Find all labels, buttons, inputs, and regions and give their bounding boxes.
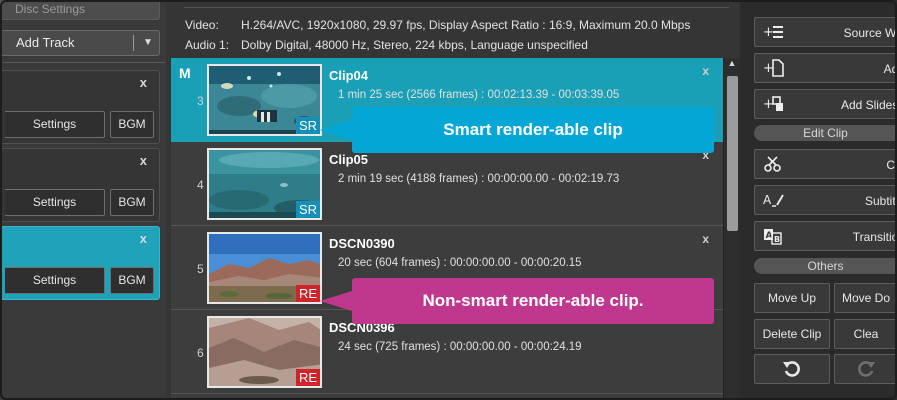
subtitle-label: Subtitle	[864, 194, 897, 208]
clip-thumbnail: SR	[207, 148, 322, 220]
clip-number: 5	[197, 262, 204, 276]
others-section-header: Others	[754, 258, 897, 274]
menu-marker: M	[179, 65, 191, 81]
clip-thumbnail: SR	[207, 64, 322, 136]
track-settings-button[interactable]: Settings	[5, 189, 105, 216]
dropdown-divider	[133, 35, 134, 51]
svg-text:A: A	[763, 193, 772, 207]
video-info-value: H.264/AVC, 1920x1080, 29.97 fps, Display…	[241, 18, 691, 32]
transition-button[interactable]: AB Transition	[754, 221, 897, 251]
scissors-icon	[763, 155, 785, 173]
cut-label: Cut	[886, 158, 897, 172]
close-icon[interactable]: x	[702, 64, 709, 78]
add-track-dropdown[interactable]: Add Track ▼	[0, 30, 160, 56]
undo-icon	[783, 361, 800, 377]
close-icon[interactable]: x	[140, 75, 147, 90]
redo-icon	[858, 361, 875, 377]
smart-render-callout: Smart render-able clip	[352, 107, 714, 153]
edit-clip-section-header: Edit Clip	[754, 125, 897, 141]
video-info-label: Video:	[185, 18, 219, 32]
track-bgm-button[interactable]: BGM	[110, 267, 154, 294]
track-settings-button[interactable]: Settings	[5, 111, 105, 138]
track-item-selected[interactable]: x Settings BGM	[0, 226, 160, 300]
track-item[interactable]: x Settings BGM	[0, 148, 160, 222]
clip-panel: Video: H.264/AVC, 1920x1080, 29.97 fps, D…	[166, 0, 740, 400]
clip-name: DSCN0390	[329, 236, 395, 251]
non-smart-callout-pointer	[320, 291, 352, 311]
move-down-button[interactable]: Move Do	[834, 283, 897, 313]
re-encode-badge: RE	[295, 369, 320, 386]
app-window: Disc Settings Add Track ▼ x Settings BGM…	[0, 0, 897, 400]
clip-thumbnail: RE	[207, 232, 322, 304]
add-slideshow-icon: +	[763, 95, 785, 113]
close-icon[interactable]: x	[140, 231, 147, 246]
track-panel: Disc Settings Add Track ▼ x Settings BGM…	[0, 0, 166, 400]
undo-button[interactable]	[754, 354, 830, 384]
info-divider	[184, 0, 729, 8]
redo-button[interactable]	[834, 354, 897, 384]
clip-thumbnail: RE	[207, 316, 322, 388]
close-icon[interactable]: x	[702, 232, 709, 246]
chevron-down-icon[interactable]: ▼	[141, 31, 155, 55]
clear-button[interactable]: Clea	[834, 319, 897, 349]
audio-info-label: Audio 1:	[185, 38, 230, 52]
audio-info-value: Dolby Digital, 48000 Hz, Stereo, 224 kbp…	[241, 38, 588, 52]
add-track-label: Add Track	[16, 35, 75, 50]
close-icon[interactable]: x	[140, 153, 147, 168]
scroll-up-arrow-icon[interactable]: ▲	[726, 58, 738, 72]
add-label: Add	[883, 62, 897, 76]
add-button[interactable]: + Add	[754, 53, 897, 83]
tools-panel: + Source Wiz + Add + Add Slidesh Edit Cl…	[740, 0, 897, 400]
clip-detail: 24 sec (725 frames) : 00:00:00.00 - 00:0…	[338, 341, 582, 353]
non-smart-render-callout: Non-smart render-able clip.	[352, 278, 714, 324]
clip-detail: 20 sec (604 frames) : 00:00:00.00 - 00:0…	[338, 257, 582, 269]
clip-number: 6	[197, 346, 204, 360]
clip-name: Clip05	[329, 152, 369, 167]
smart-render-badge: SR	[295, 201, 320, 218]
add-file-icon: +	[763, 59, 785, 77]
add-slideshow-button[interactable]: + Add Slidesh	[754, 89, 897, 119]
svg-text:+: +	[763, 25, 774, 40]
clip-detail: 1 min 25 sec (2566 frames) : 00:02:13.39…	[338, 89, 620, 101]
clip-name: Clip04	[329, 68, 369, 83]
subtitle-button[interactable]: A Subtitle	[754, 185, 897, 215]
source-wizard-label: Source Wiz	[843, 26, 897, 40]
move-up-button[interactable]: Move Up	[754, 283, 830, 313]
transition-icon: AB	[763, 227, 785, 245]
scrollbar-thumb[interactable]	[727, 76, 738, 231]
re-encode-badge: RE	[295, 285, 320, 302]
svg-text:B: B	[774, 235, 780, 244]
smart-render-badge: SR	[295, 117, 320, 134]
track-bgm-button[interactable]: BGM	[110, 189, 154, 216]
add-slideshow-label: Add Slidesh	[840, 98, 897, 112]
clip-detail: 2 min 19 sec (4188 frames) : 00:00:00.00…	[338, 173, 620, 185]
disc-settings-button[interactable]: Disc Settings	[0, 0, 160, 20]
cut-button[interactable]: Cut	[754, 149, 897, 179]
add-list-icon: +	[763, 23, 785, 41]
track-settings-button[interactable]: Settings	[5, 267, 105, 294]
smart-callout-pointer	[320, 120, 352, 140]
source-wizard-button[interactable]: + Source Wiz	[754, 17, 897, 47]
track-list: x Settings BGM x Settings BGM x Settings…	[0, 62, 166, 400]
subtitle-icon: A	[763, 191, 785, 209]
clip-list-scrollbar[interactable]: ▲	[723, 58, 740, 400]
delete-clip-button[interactable]: Delete Clip	[754, 319, 830, 349]
clip-row[interactable]: 4 SR Clip05 2 min 19 sec (4188 frames) :…	[171, 142, 723, 226]
clip-number: 3	[197, 94, 204, 108]
transition-label: Transition	[852, 230, 897, 244]
clip-number: 4	[197, 178, 204, 192]
track-item[interactable]: x Settings BGM	[0, 70, 160, 144]
audio-info: Audio 1: Dolby Digital, 48000 Hz, Stereo,…	[185, 38, 588, 52]
track-bgm-button[interactable]: BGM	[110, 111, 154, 138]
video-info: Video: H.264/AVC, 1920x1080, 29.97 fps, D…	[185, 18, 690, 32]
